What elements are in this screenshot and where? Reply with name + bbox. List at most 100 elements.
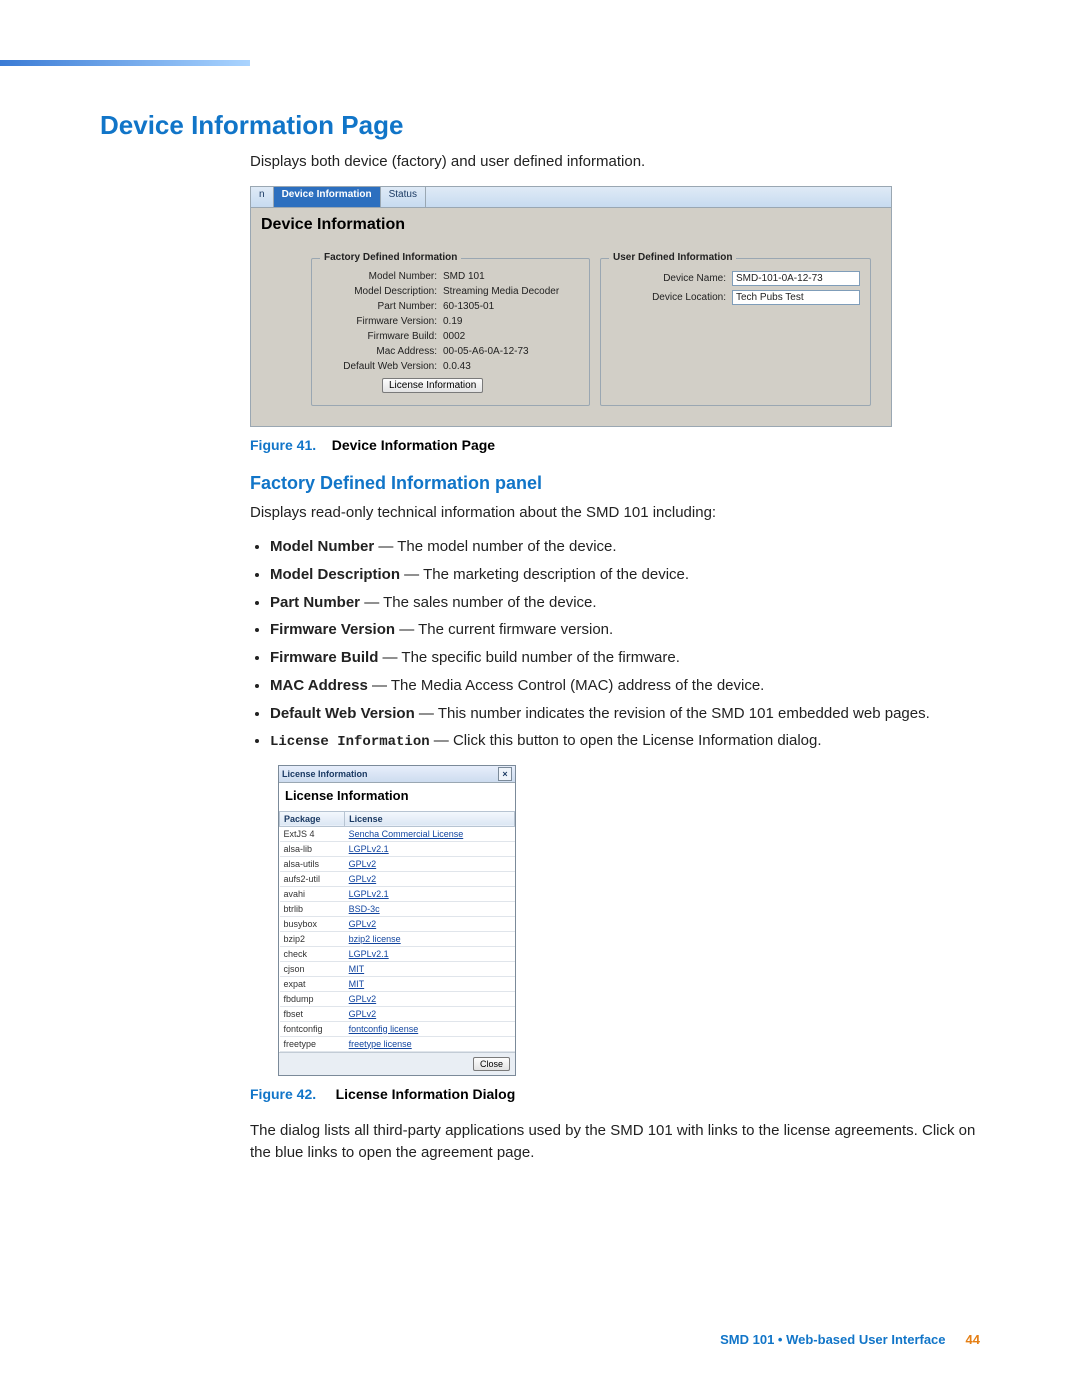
table-row: fbset GPLv2 bbox=[280, 1006, 515, 1021]
license-information-dialog: License Information × License Informatio… bbox=[278, 765, 516, 1076]
dialog-heading: License Information bbox=[279, 783, 515, 811]
license-link[interactable]: fontconfig license bbox=[349, 1024, 419, 1034]
cell-license: GPLv2 bbox=[345, 991, 515, 1006]
subsection-intro: Displays read-only technical information… bbox=[250, 502, 980, 525]
desc-part-number: Part Number — The sales number of the de… bbox=[270, 592, 980, 614]
cell-license: BSD-3c bbox=[345, 901, 515, 916]
cell-license: MIT bbox=[345, 961, 515, 976]
subsection-title: Factory Defined Information panel bbox=[250, 473, 980, 494]
table-row: fontconfig fontconfig license bbox=[280, 1021, 515, 1036]
cell-package: fontconfig bbox=[280, 1021, 345, 1036]
license-link[interactable]: GPLv2 bbox=[349, 994, 377, 1004]
desc-firmware-version: Firmware Version — The current firmware … bbox=[270, 619, 980, 641]
cell-license: MIT bbox=[345, 976, 515, 991]
close-icon[interactable]: × bbox=[498, 767, 512, 781]
user-defined-fieldset: User Defined Information Device Name: De… bbox=[600, 258, 871, 406]
tab-device-information[interactable]: Device Information bbox=[274, 187, 381, 207]
user-legend: User Defined Information bbox=[609, 252, 736, 263]
row-default-web-version: Default Web Version:0.0.43 bbox=[322, 361, 579, 372]
cell-package: avahi bbox=[280, 886, 345, 901]
cell-package: expat bbox=[280, 976, 345, 991]
device-location-input[interactable] bbox=[732, 290, 860, 305]
device-name-input[interactable] bbox=[732, 271, 860, 286]
license-link[interactable]: LGPLv2.1 bbox=[349, 949, 389, 959]
tab-status[interactable]: Status bbox=[381, 187, 426, 207]
table-row: check LGPLv2.1 bbox=[280, 946, 515, 961]
cell-package: fbset bbox=[280, 1006, 345, 1021]
license-link[interactable]: Sencha Commercial License bbox=[349, 829, 464, 839]
cell-package: alsa-lib bbox=[280, 841, 345, 856]
license-link[interactable]: MIT bbox=[349, 979, 365, 989]
cell-license: GPLv2 bbox=[345, 856, 515, 871]
row-device-name: Device Name: bbox=[611, 271, 860, 286]
intro-text: Displays both device (factory) and user … bbox=[250, 151, 980, 174]
table-row: busybox GPLv2 bbox=[280, 916, 515, 931]
panel-title: Device Information bbox=[251, 208, 891, 258]
cell-license: bzip2 license bbox=[345, 931, 515, 946]
cell-license: LGPLv2.1 bbox=[345, 841, 515, 856]
table-row: freetypefreetype license bbox=[280, 1036, 515, 1051]
table-row: aufs2-util GPLv2 bbox=[280, 871, 515, 886]
license-link[interactable]: MIT bbox=[349, 964, 365, 974]
dialog-description: The dialog lists all third-party applica… bbox=[250, 1120, 980, 1165]
license-information-button[interactable]: License Information bbox=[382, 378, 483, 393]
cell-license: GPLv2 bbox=[345, 1006, 515, 1021]
cell-package: busybox bbox=[280, 916, 345, 931]
row-part-number: Part Number:60-1305-01 bbox=[322, 301, 579, 312]
table-row: ExtJS 4 Sencha Commercial License bbox=[280, 826, 515, 841]
desc-firmware-build: Firmware Build — The specific build numb… bbox=[270, 647, 980, 669]
close-button[interactable]: Close bbox=[473, 1057, 510, 1071]
table-row: alsa-utils GPLv2 bbox=[280, 856, 515, 871]
factory-defined-fieldset: Factory Defined Information Model Number… bbox=[311, 258, 590, 406]
desc-model-number: Model Number — The model number of the d… bbox=[270, 536, 980, 558]
row-firmware-version: Firmware Version:0.19 bbox=[322, 316, 579, 327]
row-model-number: Model Number:SMD 101 bbox=[322, 271, 579, 282]
table-row: alsa-lib LGPLv2.1 bbox=[280, 841, 515, 856]
license-link[interactable]: GPLv2 bbox=[349, 919, 377, 929]
device-info-screenshot: n Device Information Status Device Infor… bbox=[250, 186, 892, 427]
row-model-description: Model Description:Streaming Media Decode… bbox=[322, 286, 579, 297]
row-firmware-build: Firmware Build:0002 bbox=[322, 331, 579, 342]
description-list: Model Number — The model number of the d… bbox=[270, 536, 980, 753]
desc-default-web-version: Default Web Version — This number indica… bbox=[270, 703, 980, 725]
figure-41-caption: Figure 41. Device Information Page bbox=[250, 437, 980, 453]
device-info-tabs: n Device Information Status bbox=[251, 187, 891, 208]
table-row: cjson MIT bbox=[280, 961, 515, 976]
cell-license: GPLv2 bbox=[345, 916, 515, 931]
table-row: btrlib BSD-3c bbox=[280, 901, 515, 916]
table-row: expat MIT bbox=[280, 976, 515, 991]
cell-license: Sencha Commercial License bbox=[345, 826, 515, 841]
desc-mac-address: MAC Address — The Media Access Control (… bbox=[270, 675, 980, 697]
dialog-title: License Information bbox=[282, 769, 368, 779]
tab-stub[interactable]: n bbox=[251, 187, 274, 207]
license-link[interactable]: LGPLv2.1 bbox=[349, 889, 389, 899]
cell-license: fontconfig license bbox=[345, 1021, 515, 1036]
cell-license: GPLv2 bbox=[345, 871, 515, 886]
license-link[interactable]: GPLv2 bbox=[349, 859, 377, 869]
cell-package: check bbox=[280, 946, 345, 961]
license-link[interactable]: GPLv2 bbox=[349, 874, 377, 884]
table-row: bzip2bzip2 license bbox=[280, 931, 515, 946]
col-package: Package bbox=[280, 811, 345, 826]
figure-42-caption: Figure 42. License Information Dialog bbox=[250, 1086, 980, 1102]
page-title: Device Information Page bbox=[100, 110, 980, 141]
cell-package: cjson bbox=[280, 961, 345, 976]
cell-package: btrlib bbox=[280, 901, 345, 916]
license-link[interactable]: BSD-3c bbox=[349, 904, 380, 914]
table-row: avahi LGPLv2.1 bbox=[280, 886, 515, 901]
cell-package: ExtJS 4 bbox=[280, 826, 345, 841]
cell-package: alsa-utils bbox=[280, 856, 345, 871]
license-link[interactable]: bzip2 license bbox=[349, 934, 401, 944]
cell-license: LGPLv2.1 bbox=[345, 886, 515, 901]
desc-model-description: Model Description — The marketing descri… bbox=[270, 564, 980, 586]
cell-package: aufs2-util bbox=[280, 871, 345, 886]
license-link[interactable]: freetype license bbox=[349, 1039, 412, 1049]
page-footer: SMD 101 • Web-based User Interface44 bbox=[720, 1332, 980, 1347]
desc-license-information: License Information — Click this button … bbox=[270, 730, 980, 752]
dialog-titlebar: License Information × bbox=[279, 766, 515, 783]
row-device-location: Device Location: bbox=[611, 290, 860, 305]
license-link[interactable]: GPLv2 bbox=[349, 1009, 377, 1019]
cell-package: fbdump bbox=[280, 991, 345, 1006]
license-link[interactable]: LGPLv2.1 bbox=[349, 844, 389, 854]
cell-license: freetype license bbox=[345, 1036, 515, 1051]
